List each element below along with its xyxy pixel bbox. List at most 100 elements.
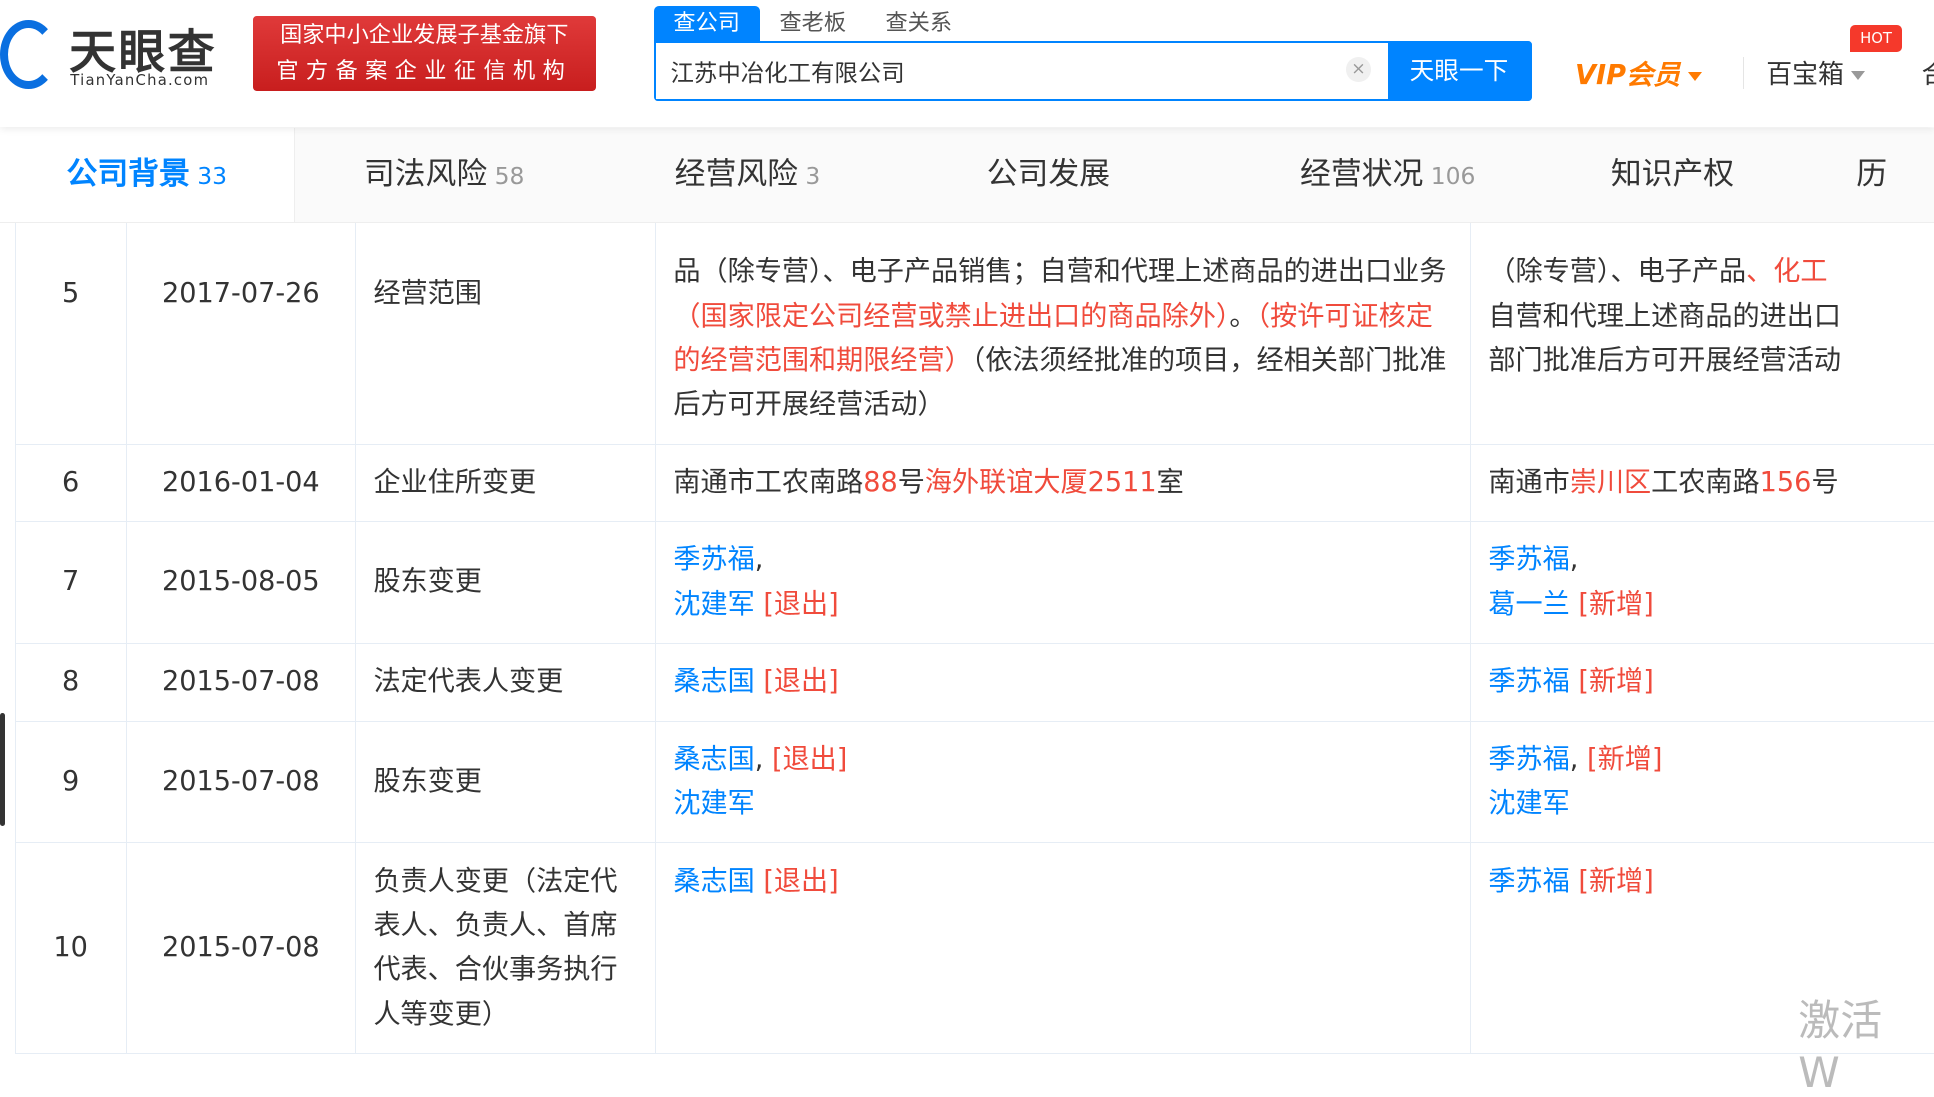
person-link[interactable]: 桑志国 [673, 866, 754, 897]
content-line: 季苏福 [新增] [1488, 860, 1934, 904]
divider [1742, 56, 1744, 89]
nav-tab-count: 106 [1430, 162, 1476, 191]
highlight-text: [退出] [754, 588, 839, 620]
person-link[interactable]: 季苏福 [1488, 544, 1569, 575]
highlight-text: （国家限定公司经营或禁止进出口的商品除外） [673, 300, 1230, 332]
hot-badge: HOT [1850, 24, 1902, 52]
highlight-text: [退出] [771, 743, 848, 775]
content-line: 葛一兰 [新增] [1488, 583, 1934, 627]
content-line: 南通市崇川区工农南路156号 [1488, 461, 1934, 505]
change-type: 股东变更 [355, 521, 657, 645]
content-before: 南通市工农南路88号海外联谊大厦2511室 [655, 443, 1472, 523]
toolbox-menu[interactable]: 百宝箱 [1766, 54, 1866, 91]
person-link[interactable]: 葛一兰 [1488, 589, 1569, 620]
nav-tab-label: 历 [1856, 156, 1888, 193]
table-row: 8 2015-07-08 法定代表人变更 桑志国 [退出] 季苏福 [新增] [14, 643, 1934, 722]
more-menu[interactable]: 合 [1922, 54, 1934, 91]
highlight-text: [新增] [1569, 865, 1654, 897]
text-segment: , [1569, 544, 1579, 576]
scrollbar[interactable] [0, 712, 5, 827]
nav-tab-label: 经营风险 [674, 156, 798, 193]
search-button[interactable]: 天眼一下 [1388, 42, 1530, 100]
content-line: 自营和代理上述商品的进出口 [1488, 295, 1934, 339]
table-row: 10 2015-07-08 负责人变更（法定代表人、负责人、首席代表、合伙事务执行人… [14, 842, 1934, 1055]
search-tab-company[interactable]: 查公司 [653, 6, 760, 41]
content-line: 季苏福 [新增] [1488, 660, 1934, 704]
content-line: 南通市工农南路88号海外联谊大厦2511室 [673, 461, 1453, 505]
row-number: 6 [14, 443, 127, 523]
logo-domain: TianYanCha.com [70, 71, 210, 89]
nav-tab[interactable]: 历 [1856, 128, 1887, 222]
person-link[interactable]: 季苏福 [1488, 666, 1569, 697]
search-box: × 天眼一下 [653, 40, 1532, 102]
person-link[interactable]: 沈建军 [673, 589, 754, 620]
caret-down-icon [1851, 71, 1866, 81]
text-segment: 室 [1156, 466, 1184, 498]
toolbox-label: 百宝箱 [1766, 60, 1844, 91]
nav-tab-count: 33 [197, 162, 228, 191]
search-tab-boss[interactable]: 查老板 [760, 6, 866, 41]
content-line: 桑志国, [退出] [673, 738, 1453, 782]
nav-tab[interactable]: 经营状况 106 [1300, 128, 1475, 222]
person-link[interactable]: 季苏福 [1488, 744, 1569, 775]
change-type: 负责人变更（法定代表人、负责人、首席代表、合伙事务执行人等变更） [355, 842, 657, 1055]
row-number: 7 [14, 521, 127, 645]
row-number: 10 [14, 842, 127, 1055]
search-input[interactable] [655, 42, 1347, 100]
content-after: 季苏福, 葛一兰 [新增] [1470, 521, 1934, 645]
change-date: 2015-07-08 [125, 643, 357, 722]
nav-tab-label: 公司发展 [986, 156, 1111, 193]
change-date: 2015-08-05 [125, 521, 357, 645]
person-link[interactable]: 季苏福 [1488, 866, 1569, 897]
vip-menu[interactable]: VIP会员 [1575, 53, 1702, 92]
nav-tab-label: 司法风险 [363, 156, 488, 193]
content-line: 季苏福, [1488, 538, 1934, 582]
content-after: 南通市崇川区工农南路156号 [1470, 443, 1934, 523]
nav-tab[interactable]: 经营风险 3 [675, 128, 821, 222]
nav-tab-count: 58 [494, 162, 525, 191]
text-segment: 南通市 [1488, 466, 1570, 498]
clear-icon[interactable]: × [1346, 57, 1371, 83]
logo-eye-icon [0, 19, 57, 89]
nav-tab[interactable]: 公司背景 33 [0, 128, 295, 222]
highlight-text: 88 [863, 466, 898, 498]
nav-tab-count: 3 [805, 162, 821, 191]
person-link[interactable]: 桑志国 [673, 744, 754, 775]
top-header: 天眼查 TianYanCha.com 国家中小企业发展子基金旗下 官方备案企业征… [0, 0, 1934, 128]
content-line: 桑志国 [退出] [673, 660, 1453, 704]
content-line: 部门批准后方可开展经营活动 [1488, 339, 1934, 383]
text-segment: 工农南路 [1651, 466, 1760, 498]
text-segment: （除专营）、电子产品 [1488, 256, 1747, 288]
content-line: 季苏福, [673, 538, 1453, 582]
content-line: 季苏福, [新增] [1488, 738, 1934, 782]
text-segment: 南通市工农南路 [673, 466, 864, 498]
change-type: 股东变更 [355, 720, 657, 844]
person-link[interactable]: 季苏福 [673, 544, 754, 575]
table-row: 6 2016-01-04 企业住所变更 南通市工农南路88号海外联谊大厦2511室 南通… [14, 443, 1934, 523]
highlight-text: [新增] [1569, 666, 1654, 698]
table-row: 9 2015-07-08 股东变更 桑志国, [退出] 沈建军 季苏福, [新增] 沈建军 [14, 720, 1934, 844]
change-date: 2015-07-08 [125, 720, 357, 844]
nav-tab[interactable]: 公司发展 [987, 128, 1110, 222]
text-segment: 部门批准后方可开展经营活动 [1488, 344, 1842, 376]
content-before: 桑志国 [退出] [655, 643, 1472, 722]
content-line: 沈建军 [退出] [673, 583, 1453, 627]
table-row: 7 2015-08-05 股东变更 季苏福, 沈建军 [退出] 季苏福, 葛一兰 [新增] [14, 521, 1934, 645]
nav-tab[interactable]: 司法风险 58 [364, 128, 525, 222]
nav-tab[interactable]: 知识产权 [1611, 128, 1734, 222]
highlight-text: [新增] [1587, 743, 1663, 775]
text-segment: 品（除专营）、电子产品销售；自营和代理上述商品的进出口业务 [673, 256, 1447, 288]
highlight-text: 海外联谊大厦2511 [924, 466, 1157, 498]
certification-badge[interactable]: 国家中小企业发展子基金旗下 官方备案企业征信机构 [252, 16, 596, 92]
change-date: 2015-07-08 [125, 842, 357, 1055]
person-link[interactable]: 桑志国 [673, 666, 754, 697]
badge-line-1: 国家中小企业发展子基金旗下 [280, 22, 569, 49]
row-number: 8 [14, 643, 127, 722]
person-link[interactable]: 沈建军 [1488, 788, 1569, 819]
activation-watermark: 激活 W [1798, 995, 1883, 1097]
content-before: 桑志国 [退出] [655, 842, 1472, 1055]
highlight-text: [退出] [754, 666, 839, 698]
search-tab-relation[interactable]: 查关系 [866, 6, 972, 41]
tianyancha-logo[interactable]: 天眼查 TianYanCha.com [0, 15, 234, 94]
person-link[interactable]: 沈建军 [673, 788, 754, 819]
